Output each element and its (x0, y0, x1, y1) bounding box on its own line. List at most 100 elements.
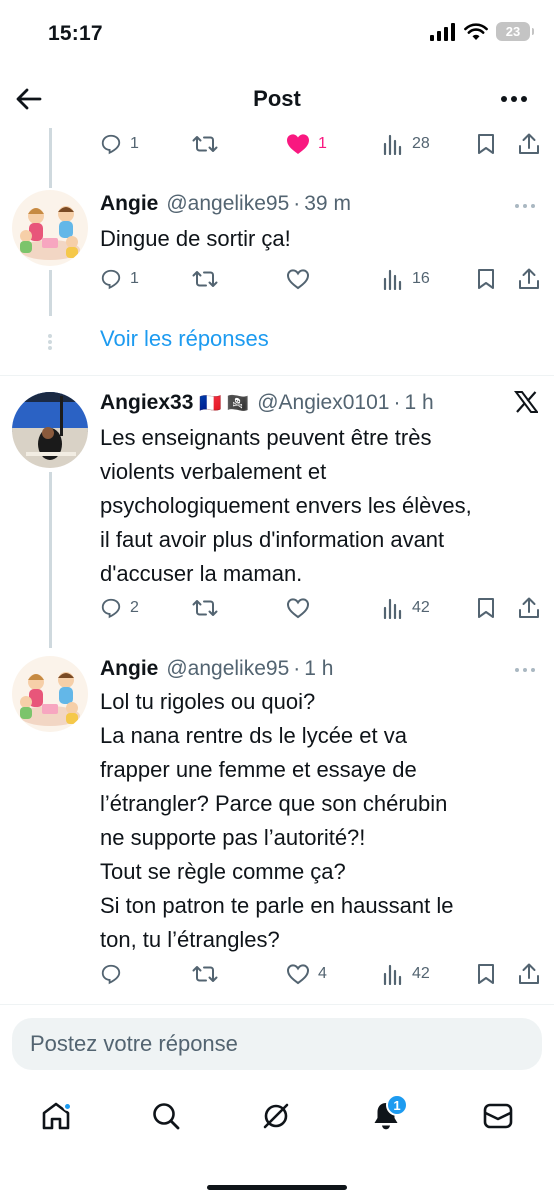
bookmark-icon (478, 134, 494, 154)
page-title: Post (253, 86, 301, 111)
user-handle[interactable]: @Angiex0101 (257, 391, 389, 415)
bookmark-icon (478, 269, 494, 289)
bookmark-icon (478, 598, 494, 618)
status-time: 15:17 (48, 22, 103, 45)
divider (0, 1004, 554, 1005)
retweet-button[interactable] (192, 592, 226, 624)
home-unread-dot (63, 1102, 72, 1111)
tweet-more-button[interactable] (510, 660, 540, 680)
nav-home[interactable] (34, 1094, 78, 1138)
views-button[interactable]: 28 (382, 128, 430, 160)
analytics-icon (383, 598, 402, 619)
views-button[interactable]: 42 (382, 958, 430, 990)
share-button[interactable] (518, 263, 540, 295)
like-count: 1 (318, 135, 327, 152)
display-name[interactable]: Angie (100, 192, 158, 216)
retweet-button[interactable] (192, 263, 226, 295)
bookmark-button[interactable] (476, 958, 496, 990)
user-handle[interactable]: @angelike95 (166, 192, 289, 216)
share-icon (519, 963, 539, 984)
reply-input[interactable]: Postez votre réponse (12, 1018, 542, 1070)
display-name[interactable]: Angie (100, 657, 158, 681)
heart-filled-icon (287, 134, 309, 154)
like-button[interactable] (286, 592, 318, 624)
heart-icon (286, 964, 310, 985)
nav-grok[interactable] (254, 1094, 298, 1138)
display-name[interactable]: Angiex33 (100, 391, 193, 415)
divider (0, 375, 554, 376)
reply-count: 1 (130, 270, 139, 287)
wifi-icon (464, 22, 488, 40)
like-button[interactable]: 1 (286, 128, 327, 160)
nav-notifications[interactable]: 1 (364, 1094, 408, 1138)
header: Post (0, 72, 554, 126)
thread-connector (49, 472, 52, 648)
heart-icon (286, 598, 310, 619)
tweet-header: Angie @angelike95 · 39 m (100, 189, 540, 219)
tweet-text-line: il faut avoir plus d'information avant (100, 527, 445, 552)
more-horizontal-icon (515, 204, 535, 208)
tweet-header: Angie @angelike95 · 1 h (100, 654, 540, 684)
retweet-icon (192, 600, 218, 616)
views-button[interactable]: 16 (382, 263, 430, 295)
tweet-time[interactable]: 39 m (304, 192, 351, 216)
notifications-badge: 1 (386, 1094, 408, 1116)
more-horizontal-icon (515, 668, 535, 672)
like-button[interactable] (286, 263, 318, 295)
separator-dot: · (393, 391, 401, 414)
show-replies-link[interactable]: Voir les réponses (100, 326, 269, 352)
tweet-text: Lol tu rigoles ou quoi? La nana rentre d… (100, 685, 540, 957)
nav-messages[interactable] (476, 1094, 520, 1138)
avatar[interactable] (12, 190, 88, 266)
reply-button[interactable] (100, 958, 130, 990)
tweet-text-line: frapper une femme et essaye de (100, 757, 417, 782)
like-button[interactable]: 4 (286, 958, 327, 990)
retweet-icon (192, 136, 218, 152)
retweet-button[interactable] (192, 958, 226, 990)
tweet-text-line: ne supporte pas l’autorité?! (100, 825, 366, 850)
reply-icon (101, 598, 121, 619)
nav-search[interactable] (144, 1094, 188, 1138)
share-icon (519, 133, 539, 154)
retweet-button[interactable] (192, 128, 226, 160)
x-logo-icon[interactable] (512, 388, 540, 416)
bookmark-button[interactable] (476, 263, 496, 295)
bookmark-button[interactable] (476, 128, 496, 160)
heart-icon (286, 269, 310, 290)
reply-button[interactable]: 1 (100, 263, 139, 295)
thread-connector (49, 270, 52, 316)
reply-button[interactable]: 2 (100, 592, 139, 624)
analytics-icon (383, 134, 402, 155)
tweet-text-line: Lol tu rigoles ou quoi? (100, 689, 316, 714)
battery-indicator: 23 (496, 22, 534, 41)
bookmark-icon (478, 964, 494, 984)
reply-input-placeholder: Postez votre réponse (30, 1031, 238, 1056)
share-button[interactable] (518, 128, 540, 160)
reply-button[interactable]: 1 (100, 128, 139, 160)
profile-emoji-flags: 🇫🇷 🏴‍☠️ (199, 392, 250, 413)
share-button[interactable] (518, 958, 540, 990)
tweet-text: Les enseignants peuvent être très violen… (100, 421, 540, 591)
share-button[interactable] (518, 592, 540, 624)
more-options-button[interactable] (498, 84, 530, 114)
tweet-time[interactable]: 1 h (404, 391, 433, 415)
tweet-time[interactable]: 1 h (304, 657, 333, 681)
search-icon (153, 1103, 180, 1130)
status-bar: 15:17 23 (0, 0, 554, 70)
analytics-icon (383, 269, 402, 290)
status-icons: 23 (430, 22, 534, 41)
avatar[interactable] (12, 392, 88, 468)
tweet-text-line: psychologiquement envers les élèves, (100, 493, 472, 518)
views-button[interactable]: 42 (382, 592, 430, 624)
tweet-more-button[interactable] (510, 196, 540, 216)
retweet-icon (192, 966, 218, 982)
tweet-actions: 1 16 (100, 263, 546, 295)
avatar[interactable] (12, 656, 88, 732)
tweet-text-line: d'accuser la maman. (100, 561, 303, 586)
tweet-text-line: l’étrangler? Parce que son chérubin (100, 791, 448, 816)
tweet-actions: 2 42 (100, 592, 546, 624)
like-count: 4 (318, 965, 327, 982)
user-handle[interactable]: @angelike95 (166, 657, 289, 681)
separator-dot: · (293, 192, 301, 215)
bookmark-button[interactable] (476, 592, 496, 624)
